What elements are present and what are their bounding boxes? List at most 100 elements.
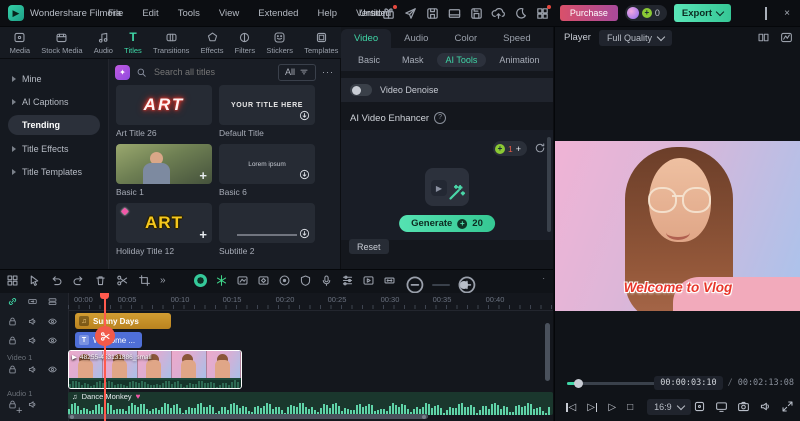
link-clips-icon[interactable] <box>7 296 18 307</box>
gift-icon[interactable] <box>381 6 396 21</box>
sidebar-item-mine[interactable]: Mine <box>0 67 108 90</box>
stop-button[interactable]: □ <box>627 402 633 413</box>
scopes-icon[interactable] <box>780 31 793 44</box>
avatar[interactable] <box>627 7 639 19</box>
record-icon[interactable] <box>278 274 291 287</box>
credit-pill[interactable]: + 1 + <box>493 141 527 156</box>
tab-effects[interactable]: Effects <box>201 31 224 55</box>
aspect-ratio-dropdown[interactable]: 16:9 <box>647 399 691 415</box>
search-input[interactable] <box>152 66 256 78</box>
lock-track-icon[interactable] <box>7 364 18 375</box>
cloud-upload-icon[interactable] <box>491 6 506 21</box>
workspace-icon[interactable] <box>535 6 550 21</box>
more-options-icon[interactable]: ··· <box>322 67 334 77</box>
add-icon[interactable]: + <box>199 228 207 241</box>
menu-file[interactable]: File <box>108 8 123 19</box>
playhead-handle[interactable] <box>100 293 109 299</box>
timeline-zoom-slider[interactable] <box>432 284 450 286</box>
filter-all-button[interactable]: All <box>278 64 316 81</box>
tab-titles[interactable]: TTitles <box>124 31 142 55</box>
play-button[interactable]: ▷ <box>608 402 616 413</box>
crop-icon[interactable] <box>138 274 151 287</box>
tab-templates[interactable]: Templates <box>304 31 338 55</box>
tab-speed[interactable]: Speed <box>490 29 543 48</box>
speed-ramp-icon[interactable] <box>236 274 249 287</box>
tab-color[interactable]: Color <box>441 29 490 48</box>
redo-icon[interactable] <box>72 274 85 287</box>
mark-icon[interactable] <box>693 400 706 413</box>
delete-icon[interactable] <box>94 274 107 287</box>
split-view-icon[interactable] <box>757 31 770 44</box>
chroma-key-icon[interactable] <box>194 274 207 287</box>
close-button[interactable]: × <box>780 8 794 19</box>
menu-edit[interactable]: Edit <box>142 8 158 19</box>
timeline-horizontal-scrollbar[interactable] <box>68 414 428 419</box>
menu-view[interactable]: View <box>219 8 239 19</box>
ai-titles-icon[interactable]: ✦ <box>115 65 130 80</box>
video-preview[interactable]: Welcome to Vlog <box>555 141 800 311</box>
media-view-icon[interactable] <box>6 274 19 287</box>
add-track-button[interactable]: + <box>16 405 22 417</box>
properties-scrollbar[interactable] <box>547 137 551 232</box>
export-button[interactable]: Export <box>674 4 731 22</box>
audio-clip[interactable]: ♫ Dance Monkey ♥ <box>68 392 553 415</box>
sidebar-item-title-effects[interactable]: Title Effects <box>0 137 108 160</box>
mute-track-icon[interactable] <box>27 316 38 327</box>
volume-icon[interactable] <box>759 400 772 413</box>
playhead[interactable] <box>104 293 106 421</box>
mirror-display-icon[interactable] <box>715 400 728 413</box>
ai-tool-icon[interactable] <box>215 274 228 287</box>
add-icon[interactable]: + <box>199 169 207 182</box>
subtab-animation[interactable]: Animation <box>490 53 548 67</box>
track-manager-icon[interactable] <box>47 296 58 307</box>
tab-stickers[interactable]: Stickers <box>266 31 293 55</box>
voiceover-mic-icon[interactable] <box>320 274 333 287</box>
marker-icon[interactable] <box>299 274 312 287</box>
sidebar-item-ai-captions[interactable]: AI Captions <box>0 90 108 113</box>
lock-track-icon[interactable] <box>7 335 18 346</box>
quality-dropdown[interactable]: Full Quality <box>599 30 672 46</box>
title-overlay-text[interactable]: Welcome to Vlog <box>555 280 800 295</box>
panel-layout-icon[interactable] <box>447 6 462 21</box>
scrubber-handle[interactable] <box>574 379 583 388</box>
tab-audio-props[interactable]: Audio <box>391 29 441 48</box>
search-box[interactable] <box>136 66 272 78</box>
video-clip-selected[interactable]: ▶ 48255-453131886_small <box>68 350 242 389</box>
restore-button[interactable] <box>759 8 773 19</box>
download-icon[interactable] <box>299 169 310 180</box>
refresh-icon[interactable] <box>534 142 546 154</box>
reset-button[interactable]: Reset <box>349 239 389 254</box>
playhead-split-button[interactable] <box>95 326 115 346</box>
select-tool-icon[interactable] <box>28 274 41 287</box>
snapshot-camera-icon[interactable] <box>737 400 750 413</box>
keyframe-icon[interactable] <box>257 274 270 287</box>
sidebar-item-title-templates[interactable]: Title Templates <box>0 160 108 183</box>
menu-help[interactable]: Help <box>317 8 337 19</box>
hide-track-icon[interactable] <box>47 316 58 327</box>
purchase-button[interactable]: Purchase <box>560 5 618 21</box>
subtab-basic[interactable]: Basic <box>349 53 389 67</box>
tab-stock-media[interactable]: Stock Media <box>41 31 82 55</box>
mute-track-icon[interactable] <box>27 335 38 346</box>
auto-ripple-icon[interactable] <box>27 296 38 307</box>
mute-track-icon[interactable] <box>27 399 38 410</box>
timeline-vertical-scrollbar[interactable] <box>545 323 550 381</box>
video-denoise-toggle[interactable] <box>350 84 372 96</box>
fullscreen-icon[interactable] <box>781 400 794 413</box>
tab-audio[interactable]: Audio <box>94 31 113 55</box>
subtab-mask[interactable]: Mask <box>393 53 433 67</box>
title-card[interactable]: Lorem ipsum Basic 6 <box>219 144 315 197</box>
render-preview-icon[interactable] <box>362 274 375 287</box>
zoom-slider-handle[interactable] <box>460 281 468 289</box>
help-icon[interactable]: ? <box>434 112 446 124</box>
more-tools-icon[interactable]: » <box>160 274 166 287</box>
tab-video[interactable]: Video <box>341 29 391 48</box>
title-clip[interactable]: ♫ Sunny Days <box>75 313 171 329</box>
share-icon[interactable] <box>403 6 418 21</box>
timeline-ruler[interactable]: 00:00 00:05 00:10 00:15 00:20 00:25 00:3… <box>68 293 553 311</box>
sidebar-item-trending[interactable]: Trending <box>8 115 100 135</box>
dark-mode-icon[interactable] <box>513 6 528 21</box>
audio-mixer-icon[interactable] <box>341 274 354 287</box>
more-icon[interactable]: · <box>542 274 545 283</box>
account-coin-pill[interactable]: + 0 <box>625 5 667 21</box>
